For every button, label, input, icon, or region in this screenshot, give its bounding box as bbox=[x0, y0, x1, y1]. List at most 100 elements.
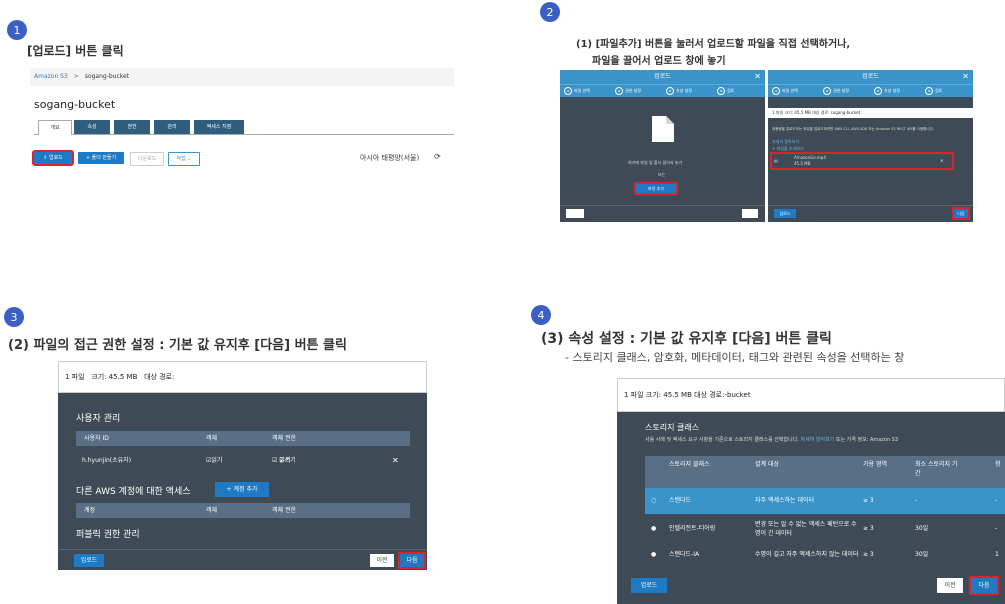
modal-steps: 1 파일 선택 2 권한 설정 3 속성 설정 4 검토 bbox=[560, 84, 765, 97]
prev-button[interactable]: 이전 bbox=[370, 554, 394, 567]
close-icon[interactable]: ✕ bbox=[962, 70, 969, 84]
radio-selected[interactable]: ○ bbox=[651, 496, 656, 505]
storage-row-intelligent[interactable]: ● 인텔리전트-티어링 변경 또는 알 수 없는 액세스 패턴으로 수명이 긴 … bbox=[645, 516, 1005, 542]
user-row: h.hyunjin(소유자) ☑ 읽기 ☑ 읽기 ☑ 쓰기 ✕ bbox=[76, 453, 410, 471]
upload-button[interactable]: 업로드 bbox=[631, 578, 667, 593]
step-3-badge: 3 bbox=[4, 307, 24, 327]
s3-bucket-page: Amazon S3 > sogang-bucket sogang-bucket 개요… bbox=[30, 68, 454, 186]
add-files-button[interactable]: 파일 추가 bbox=[634, 182, 678, 195]
permission-read-checkbox[interactable]: ☑ 읽기 ☑ 쓰기 bbox=[272, 453, 296, 468]
info-files: 1 파일 bbox=[65, 373, 85, 381]
modal-footer: 업로드 다음 bbox=[560, 205, 765, 222]
tab-properties[interactable]: 속성 bbox=[74, 120, 110, 134]
bucket-tabs: 개요 속성 권한 관리 액세스 지점 bbox=[34, 118, 454, 135]
tab-overview[interactable]: 개요 bbox=[38, 120, 72, 135]
create-folder-button[interactable]: + 폴더 만들기 bbox=[78, 152, 124, 164]
remove-file-icon[interactable]: ✕ bbox=[940, 158, 943, 163]
next-button[interactable]: 다음 bbox=[969, 576, 999, 595]
info-text: 1 파일 크기: 45.5 MB 대상 경로: bbox=[624, 391, 725, 399]
step-1-heading: [업로드] 버튼 클릭 bbox=[27, 44, 124, 58]
upload-button[interactable]: 업로드 bbox=[74, 554, 104, 567]
learn-more-link[interactable]: 자세히 알아보기 bbox=[772, 139, 799, 145]
drop-zone-text: 여기에 파일 및 폴더 끌어서 놓기 bbox=[628, 160, 683, 165]
modal-header: 업로드 ✕ bbox=[768, 70, 973, 84]
tab-management[interactable]: 관리 bbox=[154, 120, 190, 134]
breadcrumb-current: sogang-bucket bbox=[84, 73, 130, 80]
storage-row-standard-ia[interactable]: ● 스탠다드-IA 수명이 길고 자주 액세스하지 않는 데이터 ≥ 3 30일… bbox=[645, 544, 1005, 570]
learn-more-link[interactable]: 자세히 알아보기 bbox=[801, 437, 835, 443]
other-accounts-title: 다른 AWS 계정에 대한 액세스 bbox=[76, 487, 191, 497]
user-id: h.hyunjin(소유자) bbox=[82, 457, 132, 464]
breadcrumb-root[interactable]: Amazon S3 bbox=[34, 73, 68, 80]
footer-upload-button[interactable]: 업로드 bbox=[566, 209, 584, 218]
upload-info-bar: 1 파일 크기: 45.5 MB 대상 경로:-bucket bbox=[617, 378, 1005, 412]
region-label: 아시아 태평양(서울) bbox=[360, 154, 420, 162]
footer-next-button[interactable]: 다음 bbox=[952, 207, 970, 220]
step-permissions: 2 권한 설정 bbox=[823, 87, 849, 95]
upload-icon: ⇪ bbox=[43, 155, 48, 161]
permissions-panel: 1 파일 크기: 45.5 MB 대상 경로: 사용자 관리 사용자 ID 객체… bbox=[58, 361, 427, 570]
storage-class-title: 스토리지 클래스 bbox=[645, 423, 700, 432]
step-file-select: 1 파일 선택 bbox=[564, 87, 590, 95]
breadcrumb-separator: > bbox=[73, 73, 79, 80]
next-button[interactable]: 다음 bbox=[398, 552, 426, 569]
step-permissions: 2 권한 설정 bbox=[615, 87, 641, 95]
upload-description: 대용량을 업로드하는 파일을 업로드하려면 AWS CLI, AWS SDK 또… bbox=[772, 127, 934, 131]
file-type-icon: ▤ bbox=[774, 158, 778, 163]
tab-access-points[interactable]: 액세스 지점 bbox=[194, 120, 244, 134]
radio[interactable]: ● bbox=[651, 524, 656, 533]
step-2-line1: (1) [파일추가] 버튼을 눌러서 업로드할 파일을 직접 선택하거나, bbox=[576, 39, 851, 50]
upload-button-label: 업로드 bbox=[48, 155, 63, 161]
upload-modal-with-file: 업로드 ✕ 1 파일 선택 2 권한 설정 3 속성 설정 4 검토 1 파일 크기: 4… bbox=[768, 70, 973, 222]
footer-next-button[interactable]: 다음 bbox=[742, 209, 758, 218]
modal-header: 업로드 ✕ bbox=[560, 70, 765, 84]
storage-class-description: 사용 사례 및 액세스 요구 사항을 기준으로 스토리지 클래스를 선택합니다.… bbox=[645, 437, 899, 443]
remove-user-icon[interactable]: ✕ bbox=[392, 453, 399, 468]
add-more-files-link[interactable]: + 파일을 추가하기 bbox=[772, 146, 804, 152]
storage-table-header: 스토리지 클래스 설계 대상 가용 영역 최소 스토리지 기간 청 bbox=[645, 456, 1005, 488]
step-4-subtitle: - 스토리지 클래스, 암호화, 메타데이터, 태그와 관련된 속성을 선택하는… bbox=[565, 351, 905, 364]
refresh-icon[interactable]: ⟳ bbox=[434, 152, 441, 161]
step-properties: 3 속성 설정 bbox=[874, 87, 900, 95]
download-button[interactable]: 다운로드 bbox=[130, 152, 164, 166]
info-bar: 1 파일 크기: 45.5 MB 대상 경로: sogang-bucket bbox=[768, 108, 973, 118]
account-table-header: 계정 객체 객체 권한 bbox=[76, 503, 410, 518]
panel-footer: 업로드 이전 다음 bbox=[58, 549, 427, 570]
step-4-heading: (3) 속성 설정 : 기본 값 유지후 [다음] 버튼 클릭 bbox=[541, 331, 832, 347]
info-target: 대상 경로: bbox=[144, 373, 175, 381]
storage-row-standard[interactable]: ○ 스탠다드 자주 액세스하는 데이터 ≥ 3 - - bbox=[645, 488, 1005, 514]
properties-panel: 1 파일 크기: 45.5 MB 대상 경로:-bucket 스토리지 클래스 … bbox=[617, 378, 1005, 604]
modal-footer: 업로드 다음 bbox=[768, 205, 973, 222]
step-1-badge: 1 bbox=[7, 20, 27, 40]
object-read-checkbox[interactable]: ☑ 읽기 bbox=[206, 453, 222, 468]
file-row: ▤ AmazonGo.mp4 45.5 MB ✕ bbox=[770, 152, 954, 170]
footer-upload-button[interactable]: 업로드 bbox=[774, 209, 796, 218]
step-review: 4 검토 bbox=[717, 87, 734, 95]
actions-dropdown[interactable]: 작업 ⌄ bbox=[168, 152, 200, 166]
step-review: 4 검토 bbox=[925, 87, 942, 95]
step-3-heading: (2) 파일의 접근 권한 설정 : 기본 값 유지후 [다음] 버튼 클릭 bbox=[8, 338, 347, 353]
upload-button[interactable]: ⇪ 업로드 bbox=[32, 150, 74, 166]
step-2-badge: 2 bbox=[540, 2, 560, 22]
upload-info-bar: 1 파일 크기: 45.5 MB 대상 경로: bbox=[58, 361, 427, 393]
radio[interactable]: ● bbox=[651, 550, 656, 559]
add-account-button[interactable]: + 계정 추가 bbox=[215, 482, 269, 497]
step-file-select: 1 파일 선택 bbox=[772, 87, 798, 95]
modal-title: 업로드 bbox=[862, 73, 879, 80]
step-properties: 3 속성 설정 bbox=[666, 87, 692, 95]
tab-permissions[interactable]: 권한 bbox=[114, 120, 150, 134]
bucket-title: sogang-bucket bbox=[34, 98, 116, 111]
file-name: AmazonGo.mp4 bbox=[794, 155, 826, 160]
info-size: 크기: 45.5 MB bbox=[91, 373, 138, 381]
prev-button[interactable]: 이전 bbox=[937, 578, 963, 593]
file-icon bbox=[652, 116, 674, 142]
file-size: 45.5 MB bbox=[794, 161, 811, 166]
or-text: 또는 bbox=[658, 172, 666, 177]
step-2-line2: 파일을 끌어서 업로드 창에 놓기 bbox=[592, 56, 726, 67]
modal-title: 업로드 bbox=[654, 73, 671, 80]
step-4-badge: 4 bbox=[531, 305, 551, 325]
upload-modal-empty: 업로드 ✕ 1 파일 선택 2 권한 설정 3 속성 설정 4 검토 여기에 파일 및 폴… bbox=[560, 70, 765, 222]
close-icon[interactable]: ✕ bbox=[754, 70, 761, 84]
user-management-title: 사용자 관리 bbox=[76, 414, 121, 424]
public-permissions-title: 퍼블릭 권한 관리 bbox=[76, 530, 140, 540]
